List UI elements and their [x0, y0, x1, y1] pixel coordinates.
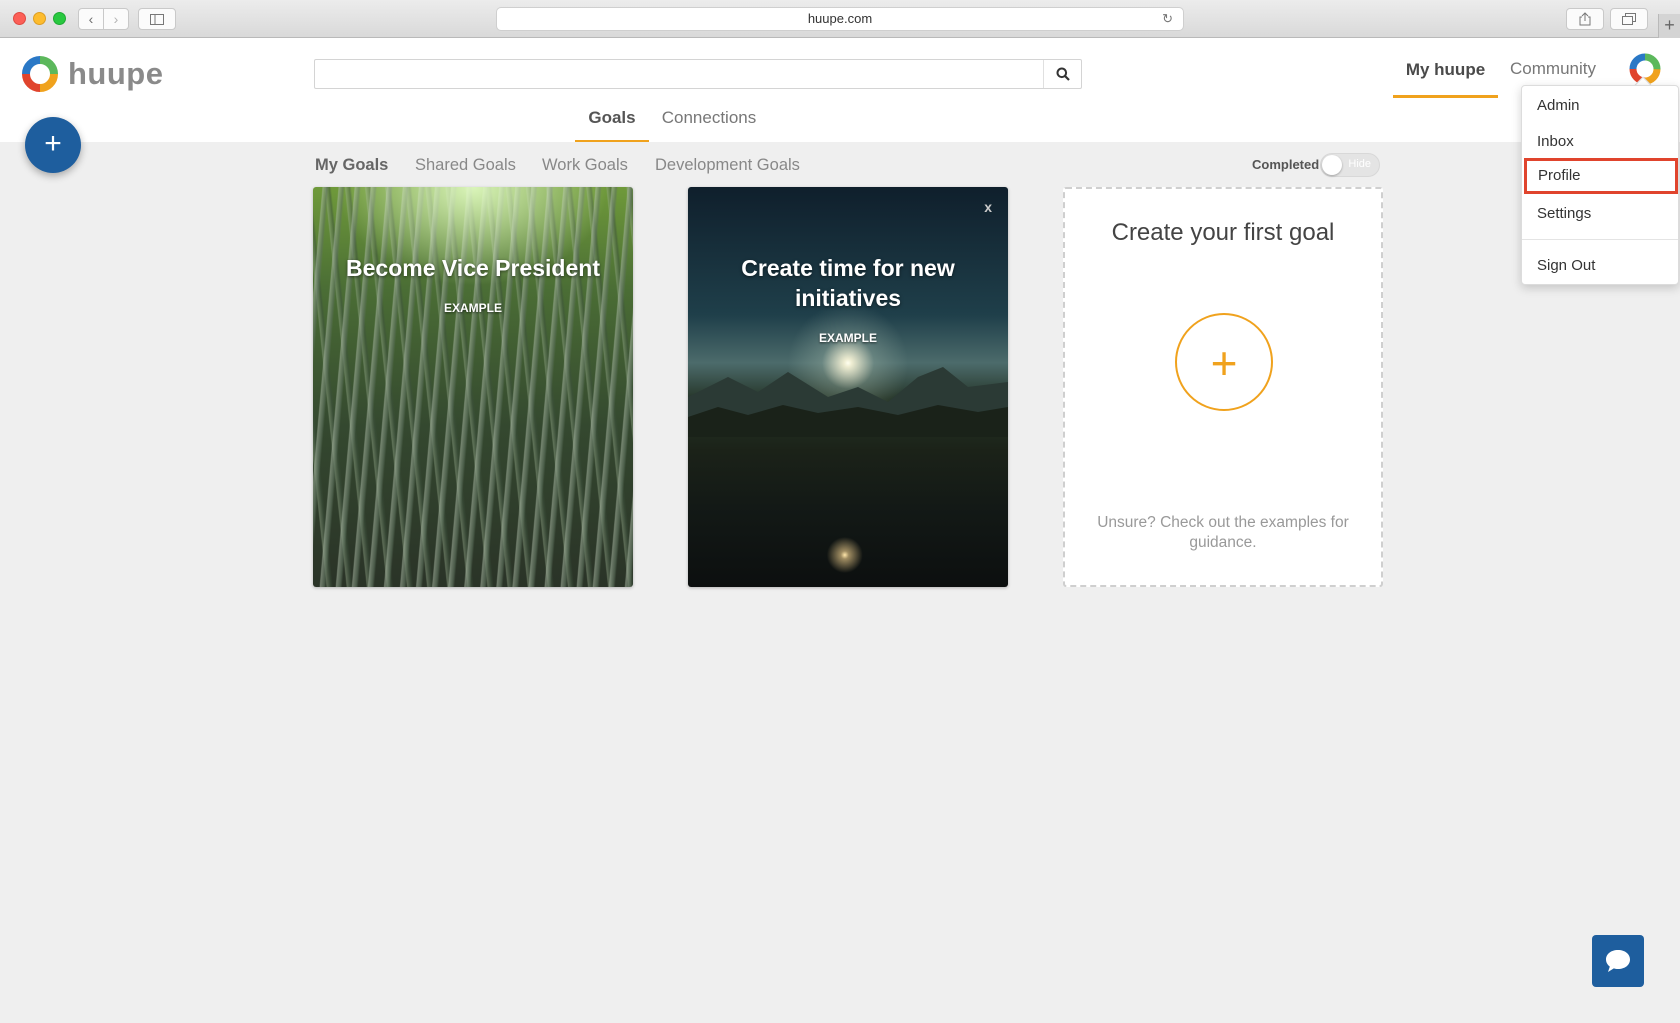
share-button[interactable]: [1566, 8, 1604, 30]
completed-toggle[interactable]: Hide: [1320, 153, 1380, 177]
close-window-button[interactable]: [13, 12, 26, 25]
show-tabs-button[interactable]: [1610, 8, 1648, 30]
goal-card-title: Become Vice President: [346, 255, 600, 281]
nav-my-huupe[interactable]: My huupe: [1393, 38, 1498, 98]
brand-name: huupe: [68, 56, 164, 91]
sidebar-icon: [150, 13, 164, 25]
create-goal-hint: Unsure? Check out the examples for guida…: [1097, 514, 1349, 551]
completed-label: Completed: [1252, 157, 1320, 172]
create-goal-plus-button[interactable]: +: [1175, 313, 1273, 411]
menu-item-sign-out[interactable]: Sign Out: [1522, 248, 1678, 284]
huupe-logo-icon: [22, 56, 58, 92]
menu-item-settings[interactable]: Settings: [1522, 196, 1678, 232]
app-header: huupe My huupe Community Goals Connectio…: [0, 38, 1680, 142]
mountain-scenery: [688, 367, 1008, 437]
goal-card[interactable]: Become Vice President EXAMPLE: [313, 187, 633, 587]
chat-bubble-icon: [1606, 950, 1630, 972]
minimize-window-button[interactable]: [33, 12, 46, 25]
chat-button[interactable]: [1592, 935, 1644, 987]
toggle-label: Hide: [1348, 158, 1371, 170]
goal-card[interactable]: Create time for new initiatives EXAMPLE …: [688, 187, 1008, 587]
zoom-window-button[interactable]: [53, 12, 66, 25]
user-dropdown-menu: Admin Inbox Profile Settings Sign Out: [1521, 85, 1679, 285]
share-icon: [1579, 12, 1591, 26]
goal-card-title: Create time for new initiatives: [741, 255, 955, 311]
menu-item-profile[interactable]: Profile: [1524, 158, 1678, 194]
example-badge: EXAMPLE: [443, 301, 502, 315]
reload-icon[interactable]: ↻: [1162, 8, 1173, 30]
add-goal-button[interactable]: +: [25, 117, 81, 173]
create-goal-card[interactable]: Create your first goal + Unsure? Check o…: [1063, 187, 1383, 587]
url-text: huupe.com: [807, 11, 873, 26]
tab-connections[interactable]: Connections: [656, 98, 762, 142]
search-bar: [314, 59, 1082, 89]
filter-my-goals[interactable]: My Goals: [315, 152, 388, 178]
address-bar[interactable]: huupe.com ↻: [496, 7, 1184, 31]
example-badge: EXAMPLE: [818, 331, 877, 345]
menu-item-admin[interactable]: Admin: [1522, 88, 1678, 124]
menu-item-inbox[interactable]: Inbox: [1522, 124, 1678, 160]
chevron-right-icon: ›: [113, 11, 119, 27]
forward-button[interactable]: ›: [103, 8, 129, 30]
browser-toolbar: ‹ › huupe.com ↻ +: [0, 0, 1680, 38]
sidebar-toggle-button[interactable]: [138, 8, 176, 30]
back-button[interactable]: ‹: [78, 8, 104, 30]
filter-shared-goals[interactable]: Shared Goals: [415, 152, 516, 178]
search-button[interactable]: [1043, 60, 1081, 88]
search-icon: [1056, 67, 1070, 81]
tab-goals[interactable]: Goals: [575, 98, 649, 142]
new-tab-button[interactable]: +: [1658, 14, 1680, 38]
toggle-knob: [1322, 155, 1342, 175]
filter-development-goals[interactable]: Development Goals: [655, 152, 800, 178]
search-input[interactable]: [315, 60, 1039, 88]
filter-work-goals[interactable]: Work Goals: [542, 152, 628, 178]
create-goal-title: Create your first goal: [1111, 219, 1335, 246]
tabs-icon: [1622, 13, 1636, 25]
close-icon[interactable]: x: [984, 199, 992, 215]
logo[interactable]: huupe: [20, 54, 164, 94]
menu-divider: [1522, 239, 1678, 240]
chevron-left-icon: ‹: [88, 11, 94, 27]
